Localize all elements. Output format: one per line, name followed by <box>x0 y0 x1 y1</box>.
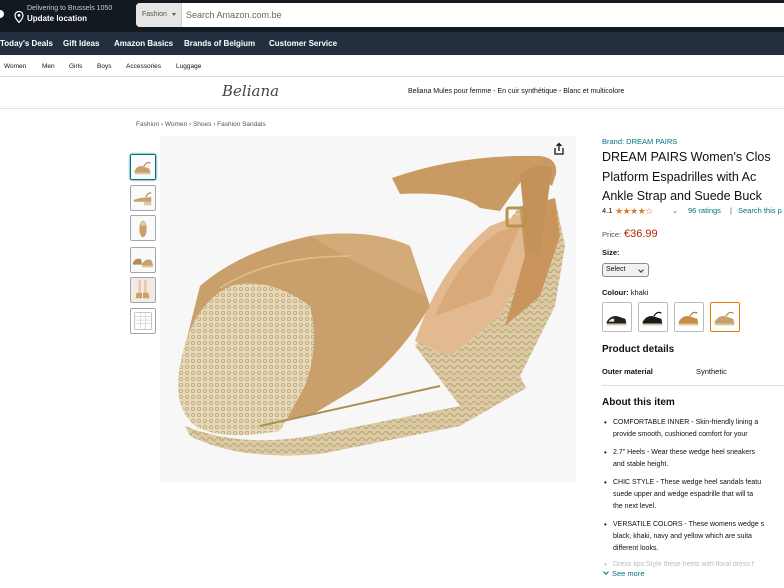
size-select-value: Select <box>606 266 626 273</box>
bullet-line: different looks. <box>613 545 659 552</box>
sponsored-brand-banner[interactable]: Beliana Beliana Mules pour femme - En cu… <box>0 77 784 109</box>
bullet-line: CHIC STYLE - These wedge heel sandals fe… <box>613 479 762 486</box>
list-item: CHIC STYLE - These wedge heel sandals fe… <box>604 477 784 513</box>
thumbnail-1[interactable] <box>130 154 156 180</box>
search-input[interactable] <box>182 3 782 27</box>
nav-gift-ideas[interactable]: Gift Ideas <box>63 39 99 48</box>
sandal-khaki-icon <box>711 303 739 331</box>
divider <box>602 385 784 386</box>
main-product-image[interactable] <box>160 136 576 482</box>
colour-swatch-tan[interactable] <box>674 302 704 332</box>
sandal-worn-icon <box>131 278 155 302</box>
sandal-pair-icon <box>131 248 155 272</box>
outer-material-label: Outer material <box>602 367 653 376</box>
nav-todays-deals[interactable]: Today's Deals <box>0 39 53 48</box>
separator: | <box>730 206 732 215</box>
secondary-nav: Today's Deals Gift Ideas Amazon Basics B… <box>0 32 784 55</box>
delivery-line: Delivering to Brussels 1050 <box>27 5 113 12</box>
thumbnail-2[interactable] <box>130 185 156 211</box>
nav-amazon-basics[interactable]: Amazon Basics <box>114 39 173 48</box>
brand-tagline[interactable]: Beliana Mules pour femme - En cuir synth… <box>408 88 624 95</box>
rating-value: 4.1 <box>602 206 613 215</box>
category-accessories[interactable]: Accessories <box>126 63 161 70</box>
colour-value: khaki <box>630 288 649 297</box>
nav-brands-of-belgium[interactable]: Brands of Belgium <box>184 39 255 48</box>
sandal-side-icon <box>131 155 155 179</box>
about-bullets: COMFORTABLE INNER - Skin-friendly lining… <box>604 417 784 569</box>
caret-down-icon <box>172 13 176 16</box>
category-women[interactable]: Women <box>4 63 26 70</box>
search-category-label: Fashion <box>142 11 167 18</box>
sandal-profile-icon <box>131 186 155 210</box>
bullet-line: 2.7" Heels - Wear these wedge heel sneak… <box>613 449 756 456</box>
search-bar: Fashion <box>136 3 784 27</box>
search-this-page-link[interactable]: Search this p <box>738 206 782 215</box>
category-nav: Women Men Girls Boys Accessories Luggage <box>0 55 784 77</box>
product-title-line-3: Ankle Strap and Suede Buck <box>602 189 762 203</box>
outer-material-value: Synthetic <box>696 367 727 376</box>
price-value: €36.99 <box>624 228 658 240</box>
see-more-link[interactable]: See more <box>602 569 645 578</box>
bullet-line: VERSATILE COLORS - These womens wedge s <box>613 521 765 528</box>
chevron-down-icon <box>638 267 644 273</box>
colour-label: Colour: <box>602 288 629 297</box>
search-category-dropdown[interactable]: Fashion <box>136 3 182 27</box>
bullet-line: the next level. <box>613 503 657 510</box>
thumbnail-4[interactable] <box>130 247 156 273</box>
location-pin-icon <box>14 11 24 23</box>
product-title-line-1: DREAM PAIRS Women's Clos <box>602 150 771 164</box>
bullet-line: provide smooth, cushioned comfort for yo… <box>613 431 748 438</box>
sandal-black-icon <box>603 303 631 331</box>
thumbnail-6-size-chart[interactable] <box>130 308 156 334</box>
sandal-tan-icon <box>675 303 703 331</box>
colour-label-row: Colour: khaki <box>602 288 648 297</box>
update-location-label: Update location <box>27 14 88 23</box>
category-luggage[interactable]: Luggage <box>176 63 201 70</box>
size-select[interactable]: Select <box>602 263 649 277</box>
ratings-count-link[interactable]: 96 ratings <box>688 206 721 215</box>
size-label: Size: <box>602 248 620 257</box>
category-boys[interactable]: Boys <box>97 63 111 70</box>
list-item-faded: Dress tips:Style these heels with floral… <box>604 561 784 569</box>
brand-link[interactable]: Brand: DREAM PAIRS <box>602 137 677 146</box>
about-this-item-heading: About this item <box>602 397 675 408</box>
share-icon[interactable] <box>552 142 566 156</box>
brand-logo[interactable]: Beliana <box>222 82 279 100</box>
price-row: Price: €36.99 <box>602 228 702 242</box>
outer-material-row: Outer material Synthetic <box>602 367 782 377</box>
category-girls[interactable]: Girls <box>69 63 82 70</box>
sandal-top-icon <box>131 216 155 240</box>
list-item: 2.7" Heels - Wear these wedge heel sneak… <box>604 447 784 471</box>
chevron-down-icon[interactable]: ⌄ <box>672 207 678 215</box>
category-men[interactable]: Men <box>42 63 55 70</box>
thumbnail-3[interactable] <box>130 215 156 241</box>
chevron-down-icon <box>603 569 609 575</box>
sandal-black-icon <box>639 303 667 331</box>
price-label: Price: <box>602 230 622 239</box>
nav-customer-service[interactable]: Customer Service <box>269 39 337 48</box>
product-details-heading: Product details <box>602 344 675 355</box>
product-title: DREAM PAIRS Women's Clos Platform Espadr… <box>602 148 784 207</box>
colour-swatch-black[interactable] <box>638 302 668 332</box>
espadrille-sandal-image <box>177 155 565 456</box>
rating-row: 4.1 ★★★★☆ ⌄ 96 ratings | Search this p <box>602 206 784 217</box>
colour-swatch-khaki[interactable] <box>710 302 740 332</box>
bullet-line: suede upper and wedge espadrille that wi… <box>613 491 754 498</box>
product-page: { "header": { "delivery_line1": "Deliver… <box>0 0 784 588</box>
thumbnail-5[interactable] <box>130 277 156 303</box>
bullet-line: COMFORTABLE INNER - Skin-friendly lining… <box>613 419 759 426</box>
size-chart-icon <box>131 309 155 333</box>
list-item: VERSATILE COLORS - These womens wedge s … <box>604 519 784 555</box>
top-navbar: Delivering to Brussels 1050 Update locat… <box>0 0 784 32</box>
colour-swatch-black-white[interactable] <box>602 302 632 332</box>
star-rating-icon[interactable]: ★★★★☆ <box>615 206 653 217</box>
bullet-line: black, khaki, navy and yellow which are … <box>613 533 752 540</box>
bullet-line: and stable height. <box>613 461 669 468</box>
breadcrumb[interactable]: Fashion › Women › Shoes › Fashion Sandal… <box>136 121 266 128</box>
amazon-logo-fragment[interactable] <box>0 10 4 18</box>
product-title-line-2: Platform Espadrilles with Ac <box>602 169 757 184</box>
list-item: COMFORTABLE INNER - Skin-friendly lining… <box>604 417 784 441</box>
see-more-label: See more <box>612 569 645 578</box>
